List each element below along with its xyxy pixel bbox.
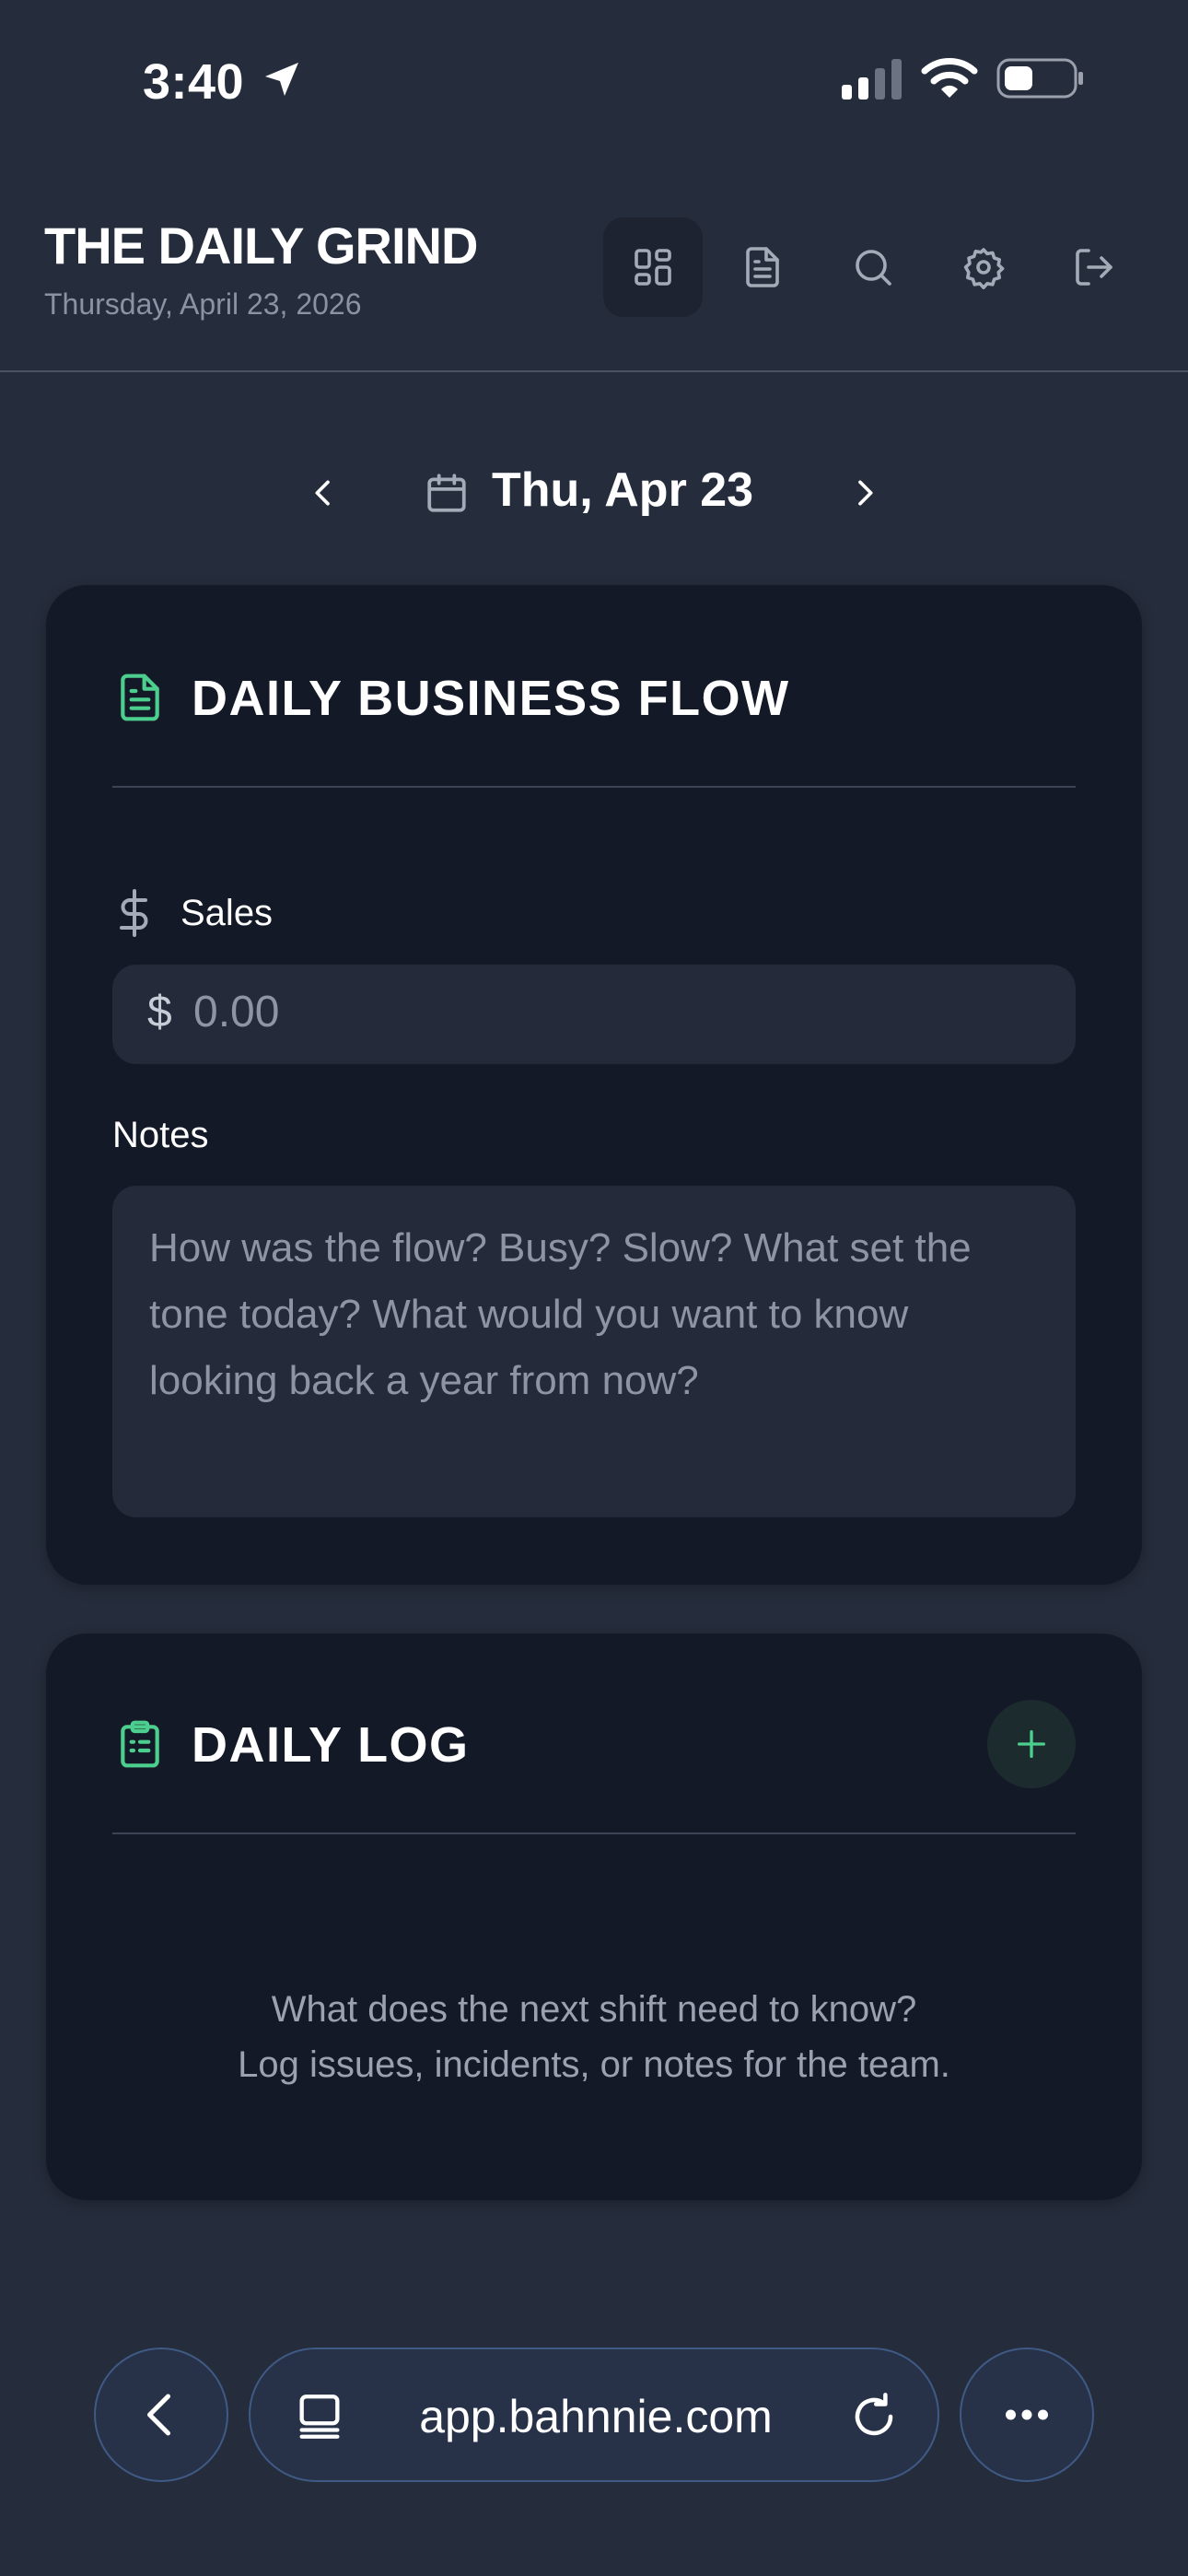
sales-value: 0.00 <box>193 988 280 1036</box>
settings-button[interactable] <box>934 217 1033 317</box>
current-date-label[interactable]: Thu, Apr 23 <box>492 463 753 518</box>
plus-icon <box>1018 1730 1045 1758</box>
notes-textarea[interactable]: How was the flow? Busy? Slow? What set t… <box>112 1186 1076 1517</box>
card-divider <box>112 786 1076 788</box>
card-title: DAILY BUSINESS FLOW <box>192 671 790 726</box>
battery-icon <box>996 58 1083 99</box>
page: 3:40 THE DAILY GRIND Thursday, April 23,… <box>0 0 1188 2576</box>
status-bar: 3:40 <box>0 0 1188 166</box>
search-button[interactable] <box>823 217 923 317</box>
search-icon <box>856 250 891 286</box>
card-title: DAILY LOG <box>192 1717 470 1773</box>
reload-icon[interactable] <box>849 2392 899 2441</box>
app-title: THE DAILY GRIND <box>44 217 478 275</box>
status-time: 3:40 <box>143 54 245 110</box>
daily-business-flow-card: DAILY BUSINESS FLOW Sales $ 0.00 Notes H… <box>46 585 1142 1585</box>
sales-label: Sales <box>181 893 274 933</box>
reports-button[interactable] <box>713 217 812 317</box>
currency-prefix: $ <box>147 988 172 1036</box>
dollar-icon <box>120 889 148 937</box>
empty-state-line-1: What does the next shift need to know? <box>271 1989 917 2030</box>
chevron-left-icon <box>315 480 330 506</box>
wifi-icon <box>921 58 978 98</box>
url-text: app.bahnnie.com <box>419 2391 773 2442</box>
header-date: Thursday, April 23, 2026 <box>44 287 362 321</box>
dashboard-button[interactable] <box>603 217 703 317</box>
logout-icon <box>1076 249 1112 286</box>
document-icon <box>121 673 159 721</box>
notes-placeholder: How was the flow? Busy? Slow? What set t… <box>149 1225 972 1403</box>
browser-more-button[interactable] <box>960 2348 1094 2482</box>
logout-button[interactable] <box>1044 217 1144 317</box>
next-day-button[interactable] <box>833 461 897 525</box>
dashboard-icon <box>635 249 671 286</box>
chevron-right-icon <box>858 480 873 506</box>
previous-day-button[interactable] <box>291 461 355 525</box>
browser-toolbar: app.bahnnie.com <box>0 2348 1188 2486</box>
address-bar[interactable]: app.bahnnie.com <box>249 2348 939 2482</box>
calendar-icon <box>427 474 466 512</box>
empty-state-line-2: Log issues, incidents, or notes for the … <box>238 2044 950 2085</box>
chevron-left-icon <box>147 2394 170 2436</box>
add-log-button[interactable] <box>987 1700 1076 1788</box>
gear-icon <box>963 248 1005 289</box>
more-dots-icon <box>1006 2409 1048 2420</box>
browser-back-button[interactable] <box>94 2348 228 2482</box>
daily-log-card: DAILY LOG What does the next shift need … <box>46 1633 1142 2200</box>
document-icon <box>746 247 779 287</box>
notes-label: Notes <box>112 1115 209 1155</box>
location-arrow-icon <box>265 63 298 96</box>
clipboard-icon <box>121 1720 159 1768</box>
app-header: THE DAILY GRIND Thursday, April 23, 2026 <box>0 166 1188 372</box>
card-divider <box>112 1832 1076 1834</box>
cellular-signal-icon <box>842 59 902 100</box>
date-navigation: Thu, Apr 23 <box>0 433 1188 553</box>
